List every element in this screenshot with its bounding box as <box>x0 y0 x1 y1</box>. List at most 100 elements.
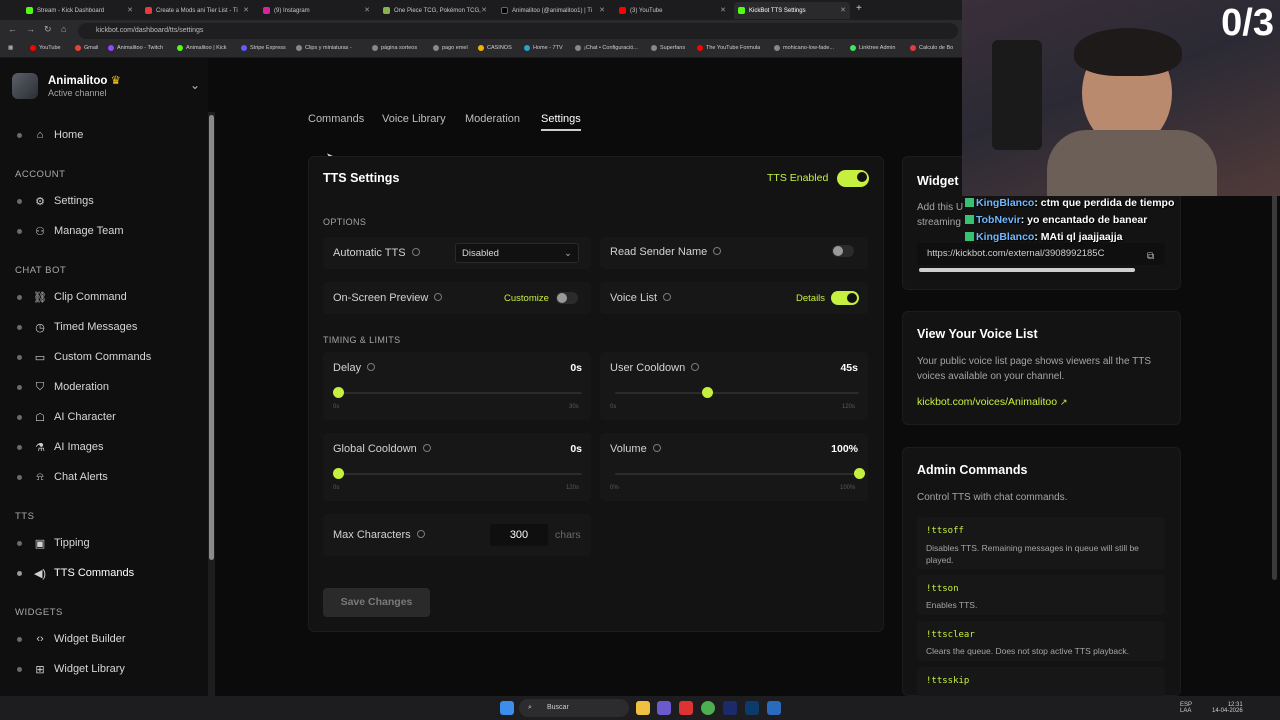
global-cooldown-slider-track[interactable] <box>338 473 582 475</box>
clock[interactable]: 12:31 14-04-2026 <box>1212 702 1243 714</box>
user-cooldown-value: 45s <box>840 362 858 374</box>
bookmark[interactable]: YouTube <box>30 45 61 51</box>
sidebar-item-tipping[interactable]: ▣ Tipping <box>14 530 202 556</box>
details-link[interactable]: Details <box>796 293 825 304</box>
customize-link[interactable]: Customize <box>504 293 549 304</box>
save-changes-button[interactable]: Save Changes <box>323 588 430 617</box>
folder-icon[interactable] <box>636 701 650 715</box>
sidebar-item-clip-command[interactable]: ⛓ Clip Command <box>14 284 202 310</box>
close-tab-icon[interactable]: ✕ <box>840 6 846 14</box>
gear-icon: ⚙ <box>35 195 45 208</box>
voice-list-toggle[interactable] <box>831 291 859 305</box>
team-icon: ⚇ <box>35 225 45 238</box>
bookmark[interactable]: Animalitoo - Twitch <box>108 45 163 51</box>
sidebar-item-widget-library[interactable]: ⊞ Widget Library <box>14 656 202 682</box>
tts-enabled-toggle[interactable] <box>837 170 869 187</box>
bookmark[interactable]: CASINOS <box>478 45 512 51</box>
close-tab-icon[interactable]: ✕ <box>243 6 249 14</box>
browser-tab[interactable]: (9) Instagram ✕ <box>259 2 374 19</box>
command-name: !ttson <box>926 584 959 594</box>
max-characters-label: Max Characters <box>333 529 425 541</box>
url-input[interactable]: kickbot.com/dashboard/tts/settings <box>78 23 958 39</box>
sidebar-item-custom-commands[interactable]: ▭ Custom Commands <box>14 344 202 370</box>
bell-icon: ⍾ <box>36 470 44 483</box>
browser-tab[interactable]: One Piece TCG, Pokémon TCG, ✕ <box>379 2 491 19</box>
sidebar-item-chat-alerts[interactable]: ⍾ Chat Alerts <box>14 464 202 490</box>
chrome-icon[interactable] <box>701 701 715 715</box>
bookmark[interactable]: Stripe Express <box>241 45 286 51</box>
tab-moderation[interactable]: Moderation <box>465 113 520 125</box>
chat-message: TobNevir: yo encantado de banear <box>965 214 1147 226</box>
browser-tab[interactable]: Create a Mods ani Tier List - Ti ✕ <box>141 2 253 19</box>
delay-slider-track[interactable] <box>338 392 582 394</box>
browser-tab-active[interactable]: KickBot TTS Settings ✕ <box>734 2 850 19</box>
tab-commands[interactable]: Commands <box>308 113 364 125</box>
volume-slider-track[interactable] <box>615 473 859 475</box>
automatic-tts-select[interactable]: Disabled ⌄ <box>455 243 579 263</box>
copy-icon[interactable]: ⧉ <box>1147 251 1154 262</box>
on-screen-preview-toggle[interactable] <box>556 292 578 304</box>
widget-url-scrollbar[interactable] <box>919 268 1135 272</box>
sidebar-item-manage-team[interactable]: ⚇ Manage Team <box>14 218 202 244</box>
sidebar-item-ai-character[interactable]: ☖ AI Character <box>14 404 202 430</box>
notes-icon[interactable] <box>767 701 781 715</box>
bookmark[interactable]: página sorteos <box>372 45 417 51</box>
bookmark[interactable]: Home - 7TV <box>524 45 563 51</box>
volume-slider-thumb[interactable] <box>854 468 865 479</box>
back-icon[interactable]: ← <box>8 24 17 34</box>
close-tab-icon[interactable]: ✕ <box>127 6 133 14</box>
chevron-down-icon[interactable]: ⌄ <box>190 78 200 92</box>
browser-tab[interactable]: Animalitoo (@animalitoo1) | Ti ✕ <box>497 2 609 19</box>
user-cooldown-slider-track[interactable] <box>615 392 859 394</box>
close-tab-icon[interactable]: ✕ <box>599 6 605 14</box>
language-indicator[interactable]: ESP LAA <box>1180 702 1192 714</box>
sidebar-item-moderation[interactable]: ⛉ Moderation <box>14 374 202 400</box>
forward-icon[interactable]: → <box>26 24 35 34</box>
bookmark[interactable]: The YouTube Formula <box>697 45 760 51</box>
channel-name: Animalitoo ♛ <box>48 75 121 87</box>
bookmark[interactable]: Superfans <box>651 45 685 51</box>
premiere-icon[interactable] <box>723 701 737 715</box>
info-icon <box>652 444 661 452</box>
new-tab-button[interactable]: + <box>856 3 862 14</box>
reload-icon[interactable]: ↻ <box>44 24 52 35</box>
max-characters-input[interactable]: 300 <box>490 524 548 546</box>
global-cooldown-min: 0s <box>333 485 340 491</box>
bookmark[interactable]: Gmail <box>75 45 98 51</box>
bookmark[interactable]: Clips y miniaturas - <box>296 45 352 51</box>
read-sender-name-toggle[interactable] <box>832 245 854 257</box>
app-icon[interactable] <box>679 701 693 715</box>
close-tab-icon[interactable]: ✕ <box>720 6 726 14</box>
bookmark[interactable]: Animalitoo | Kick <box>177 45 227 51</box>
widget-url-field[interactable]: https://kickbot.com/external/3908992185C <box>917 243 1165 265</box>
global-cooldown-slider-thumb[interactable] <box>333 468 344 479</box>
delay-slider-thumb[interactable] <box>333 387 344 398</box>
home-icon[interactable]: ⌂ <box>61 24 66 34</box>
sidebar-item-home[interactable]: ⌂ Home <box>14 122 202 148</box>
sidebar-item-widget-builder[interactable]: ‹› Widget Builder <box>14 626 202 652</box>
sidebar-item-ai-images[interactable]: ⚗ AI Images <box>14 434 202 460</box>
sidebar-item-tts-commands[interactable]: ◀) TTS Commands <box>14 560 202 586</box>
browser-tab[interactable]: (3) YouTube ✕ <box>615 2 730 19</box>
tab-voice-library[interactable]: Voice Library <box>382 113 446 125</box>
apps-icon[interactable]: ▦ <box>8 45 13 51</box>
tab-settings[interactable]: Settings <box>541 113 581 125</box>
close-tab-icon[interactable]: ✕ <box>481 6 487 14</box>
discord-icon[interactable] <box>657 701 671 715</box>
bookmark[interactable]: ¡Chat • Configuració... <box>575 45 638 51</box>
sidebar-item-settings[interactable]: ⚙ Settings <box>14 188 202 214</box>
taskbar-search[interactable]: ⌕ Buscar <box>519 699 629 717</box>
bookmark[interactable]: pago emel <box>433 45 468 51</box>
bookmark[interactable]: Linktree Admin <box>850 45 895 51</box>
browser-tab[interactable]: Stream - Kick Dashboard ✕ <box>22 2 137 19</box>
sidebar-scroll-thumb[interactable] <box>209 115 214 560</box>
widget-title: Widget <box>917 174 959 188</box>
sidebar-item-timed-messages[interactable]: ◷ Timed Messages <box>14 314 202 340</box>
bookmark[interactable]: Calculo de Bo <box>910 45 953 51</box>
voice-list-link[interactable]: kickbot.com/voices/Animalitoo ↗ <box>917 396 1068 408</box>
user-cooldown-slider-thumb[interactable] <box>701 387 713 398</box>
close-tab-icon[interactable]: ✕ <box>364 6 370 14</box>
windows-start-icon[interactable] <box>500 701 514 715</box>
bookmark[interactable]: mohicano-low-fade... <box>774 45 834 51</box>
photoshop-icon[interactable] <box>745 701 759 715</box>
